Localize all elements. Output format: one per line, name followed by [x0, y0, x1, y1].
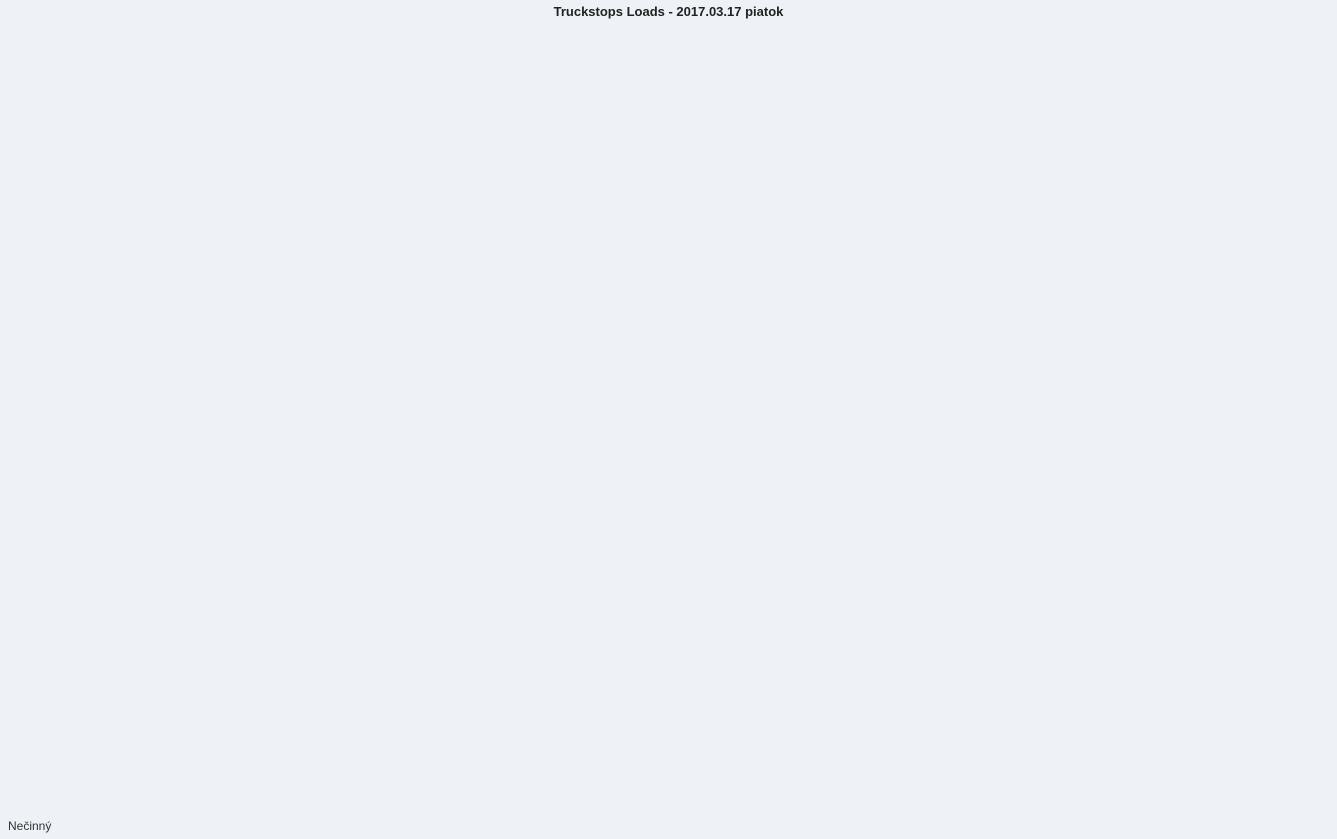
window-title: Truckstops Loads - 2017.03.17 piatok	[553, 4, 784, 19]
status-bar: Nečinný	[8, 819, 52, 833]
